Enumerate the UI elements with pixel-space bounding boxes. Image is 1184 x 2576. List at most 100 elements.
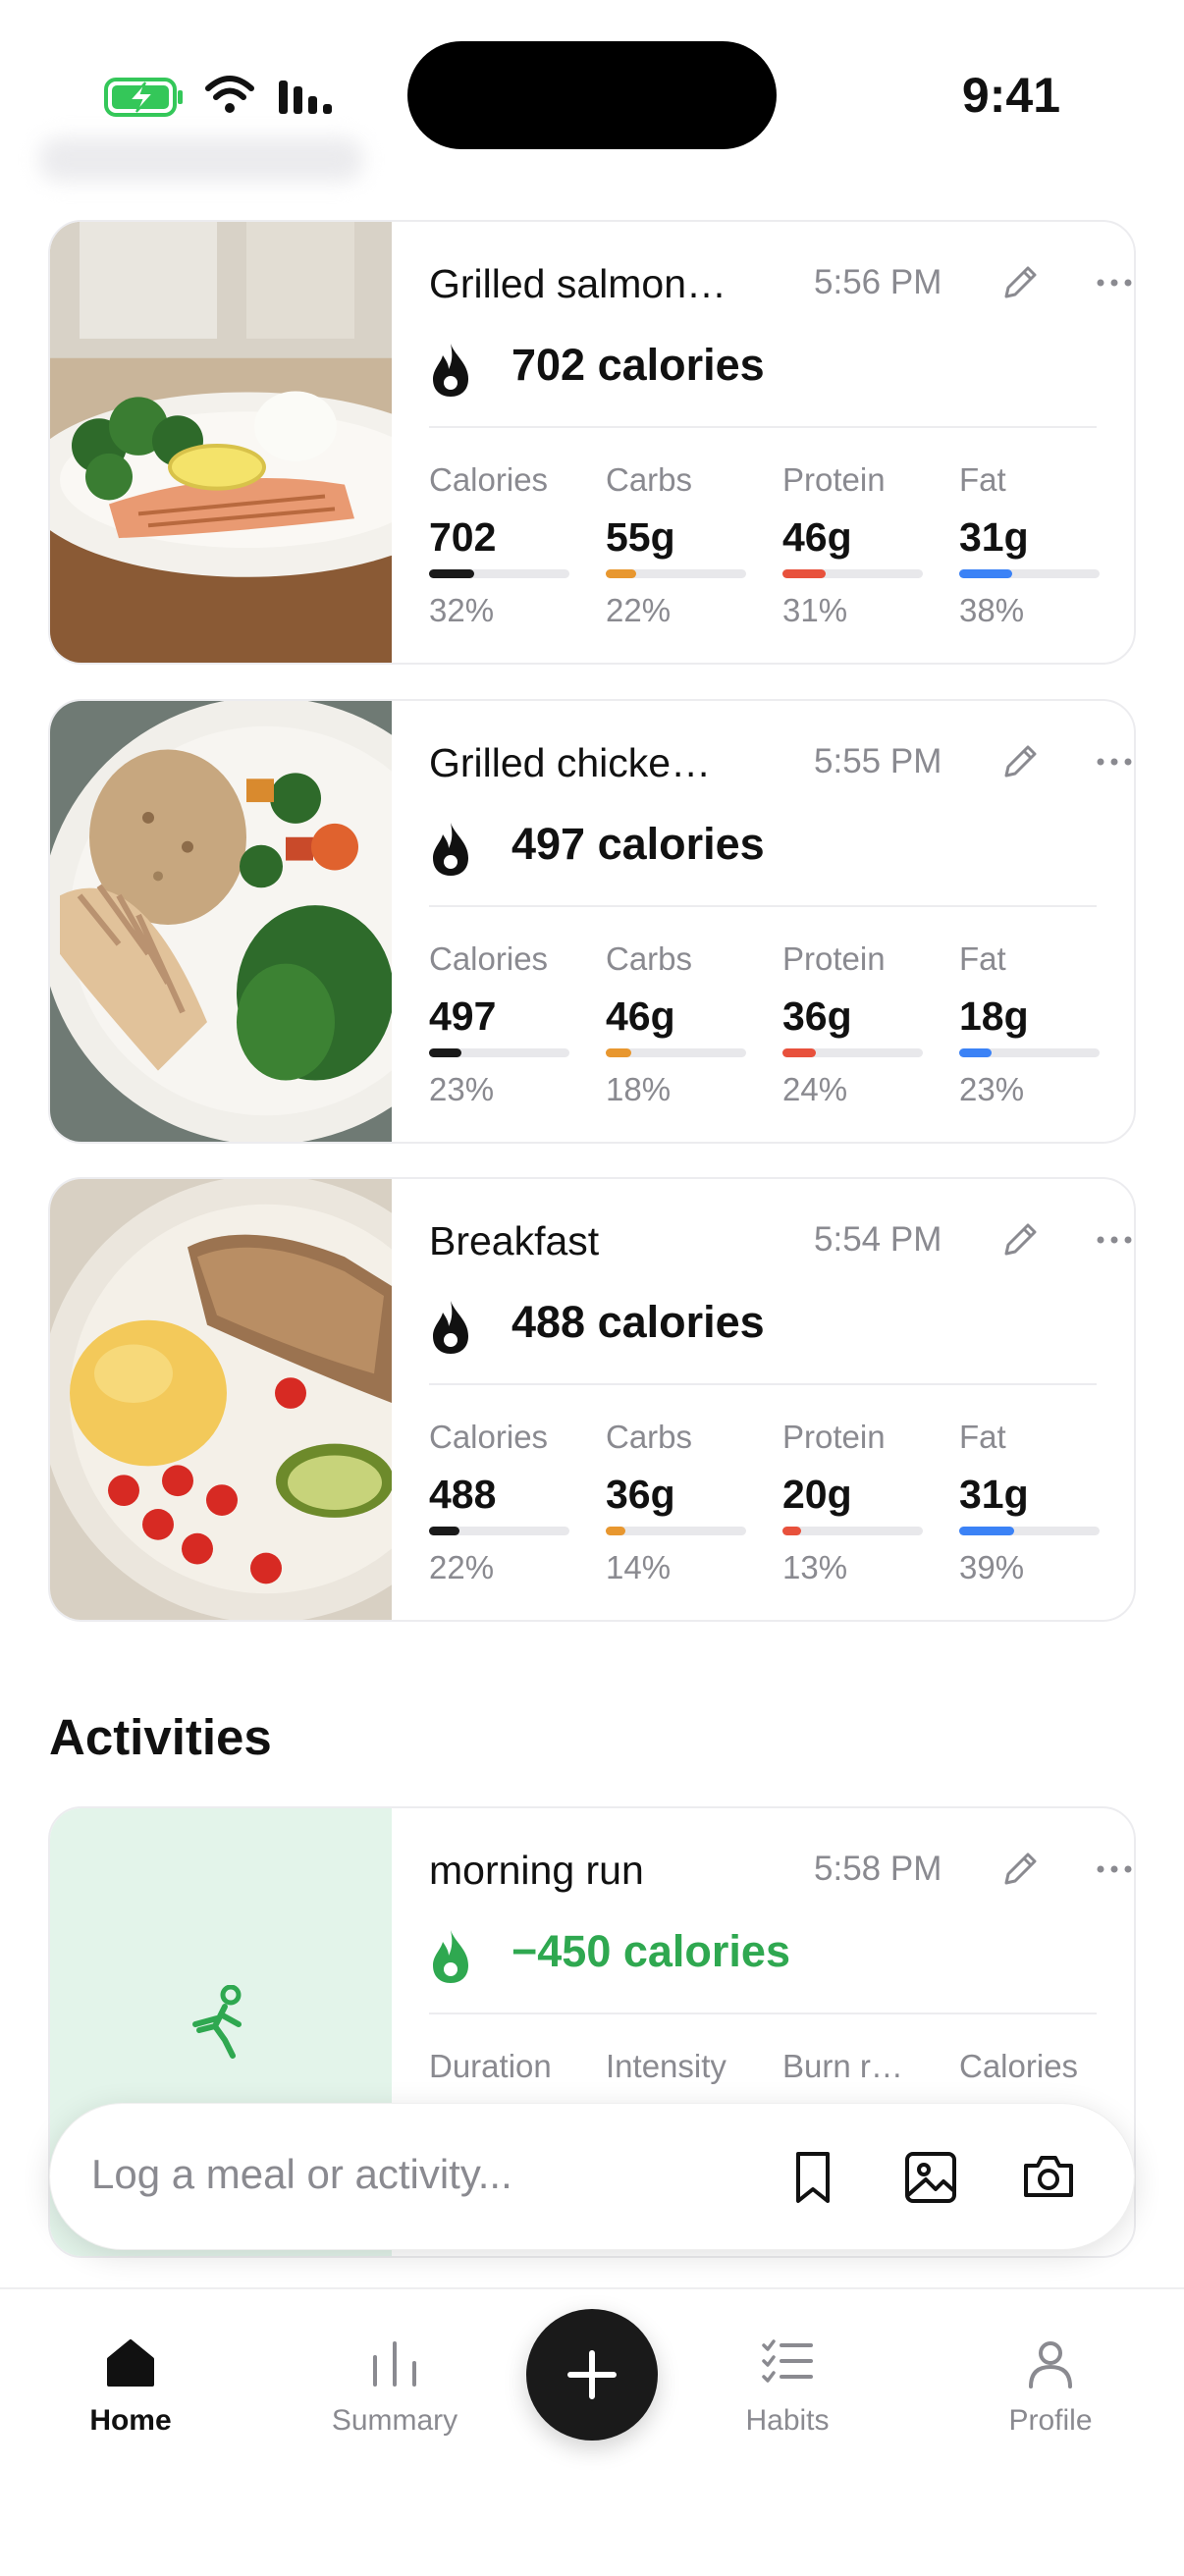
macro-value: 488: [429, 1472, 497, 1517]
log-input-bar[interactable]: Log a meal or activity...: [49, 2103, 1135, 2250]
photo-library-icon[interactable]: [902, 2148, 959, 2207]
macro-label: Calories: [429, 1419, 549, 1455]
macro-progress-fill: [959, 1527, 1014, 1535]
divider: [429, 905, 1097, 907]
more-options-icon[interactable]: [1091, 1848, 1136, 1891]
macro-value: 31g: [959, 1472, 1029, 1517]
blurred-header: [39, 137, 363, 182]
divider: [429, 426, 1097, 428]
tab-summary[interactable]: Summary: [296, 2334, 493, 2438]
calories-total: 497 calories: [511, 819, 765, 869]
macro-progress: [959, 1048, 1100, 1057]
macro-label: Carbs: [606, 461, 693, 498]
meal-photo-chicken: [50, 701, 392, 1142]
macro-progress: [959, 569, 1100, 578]
meal-time: 5:56 PM: [814, 263, 942, 301]
more-options-icon[interactable]: [1091, 740, 1136, 783]
macro-percent: 13%: [782, 1549, 848, 1585]
meal-card[interactable]: Breakfast 5:54 PM 488 calories Calories …: [48, 1177, 1136, 1622]
meal-card[interactable]: Grilled chicke… 5:55 PM 497 calories Cal…: [48, 699, 1136, 1144]
macro-fat: Fat 18g 23%: [959, 940, 1102, 1108]
macro-progress: [606, 1527, 746, 1535]
add-button[interactable]: [526, 2309, 658, 2441]
meal-card[interactable]: Grilled salmon… 5:56 PM 702 calories Cal…: [48, 220, 1136, 665]
macro-label: Fat: [959, 940, 1006, 977]
signal-icon: [279, 80, 332, 114]
macro-value: 18g: [959, 993, 1029, 1039]
macro-carbs: Carbs 55g 22%: [606, 461, 748, 629]
tab-home[interactable]: Home: [32, 2334, 229, 2438]
macro-progress-fill: [782, 1048, 817, 1057]
macro-fat: Fat 31g 38%: [959, 461, 1102, 629]
macro-percent: 14%: [606, 1549, 672, 1585]
macro-value: 31g: [959, 514, 1029, 560]
calories-burned: −450 calories: [511, 1926, 790, 1976]
macro-percent: 31%: [782, 592, 848, 628]
meal-title: Grilled salmon…: [429, 261, 727, 306]
tab-label: Profile: [1008, 2404, 1093, 2437]
activity-column: Duration: [429, 2048, 571, 2089]
macro-progress: [429, 569, 569, 578]
tab-label: Home: [89, 2404, 172, 2437]
macro-label: Calories: [429, 461, 549, 498]
macro-progress-fill: [782, 1527, 801, 1535]
flame-icon: [433, 1930, 468, 1983]
macro-progress: [429, 1048, 569, 1057]
macro-label: Protein: [782, 940, 886, 977]
macro-progress-fill: [606, 1048, 631, 1057]
activity-column: Intensity: [606, 2048, 748, 2089]
macro-value: 36g: [606, 1472, 675, 1517]
macro-fat: Fat 31g 39%: [959, 1419, 1102, 1586]
macro-progress: [782, 1048, 923, 1057]
tab-profile[interactable]: Profile: [952, 2334, 1149, 2438]
macro-progress-fill: [959, 569, 1013, 578]
macro-label: Carbs: [606, 1419, 693, 1455]
macro-label: Carbs: [606, 940, 693, 977]
macro-carbs: Carbs 36g 14%: [606, 1419, 748, 1586]
bookmark-icon[interactable]: [784, 2148, 841, 2207]
macro-progress: [782, 1527, 923, 1535]
edit-icon[interactable]: [998, 1848, 1042, 1891]
column-label: Duration: [429, 2048, 552, 2084]
calories-total: 488 calories: [511, 1297, 765, 1347]
home-icon: [107, 2339, 154, 2387]
battery-charging-icon: [104, 78, 183, 117]
macro-value: 55g: [606, 514, 675, 560]
macro-percent: 39%: [959, 1549, 1025, 1585]
macro-progress: [429, 1527, 569, 1535]
habits-icon: [762, 2339, 813, 2383]
edit-icon[interactable]: [998, 1218, 1042, 1261]
activity-column: Calories: [959, 2048, 1102, 2089]
macro-progress: [782, 569, 923, 578]
macro-percent: 18%: [606, 1071, 672, 1107]
macro-value: 46g: [606, 993, 675, 1039]
camera-icon[interactable]: [1020, 2148, 1077, 2207]
more-options-icon[interactable]: [1091, 1218, 1136, 1261]
macro-protein: Protein 36g 24%: [782, 940, 925, 1108]
wifi-icon: [205, 76, 254, 113]
meal-time: 5:55 PM: [814, 742, 942, 780]
macro-calories: Calories 488 22%: [429, 1419, 571, 1586]
column-label: Calories: [959, 2048, 1079, 2084]
flame-icon: [433, 344, 468, 397]
log-input-placeholder[interactable]: Log a meal or activity...: [91, 2151, 512, 2198]
edit-icon[interactable]: [998, 740, 1042, 783]
macro-percent: 32%: [429, 592, 495, 628]
macro-progress: [606, 569, 746, 578]
meal-title: Grilled chicke…: [429, 740, 712, 785]
edit-icon[interactable]: [998, 261, 1042, 304]
macro-progress-fill: [429, 569, 474, 578]
bottom-tab-bar: Home Summary Habits Profile: [0, 2287, 1184, 2576]
macro-percent: 24%: [782, 1071, 848, 1107]
running-icon: [192, 1985, 242, 2059]
macro-progress-fill: [959, 1048, 992, 1057]
meal-title: Breakfast: [429, 1218, 600, 1263]
macro-progress-fill: [606, 1527, 626, 1535]
status-time: 9:41: [961, 68, 1060, 123]
tab-habits[interactable]: Habits: [689, 2334, 886, 2438]
activity-time: 5:58 PM: [814, 1850, 942, 1888]
macro-value: 20g: [782, 1472, 852, 1517]
more-options-icon[interactable]: [1091, 261, 1136, 304]
meal-photo-salmon: [50, 222, 392, 663]
dynamic-island: [407, 41, 777, 149]
